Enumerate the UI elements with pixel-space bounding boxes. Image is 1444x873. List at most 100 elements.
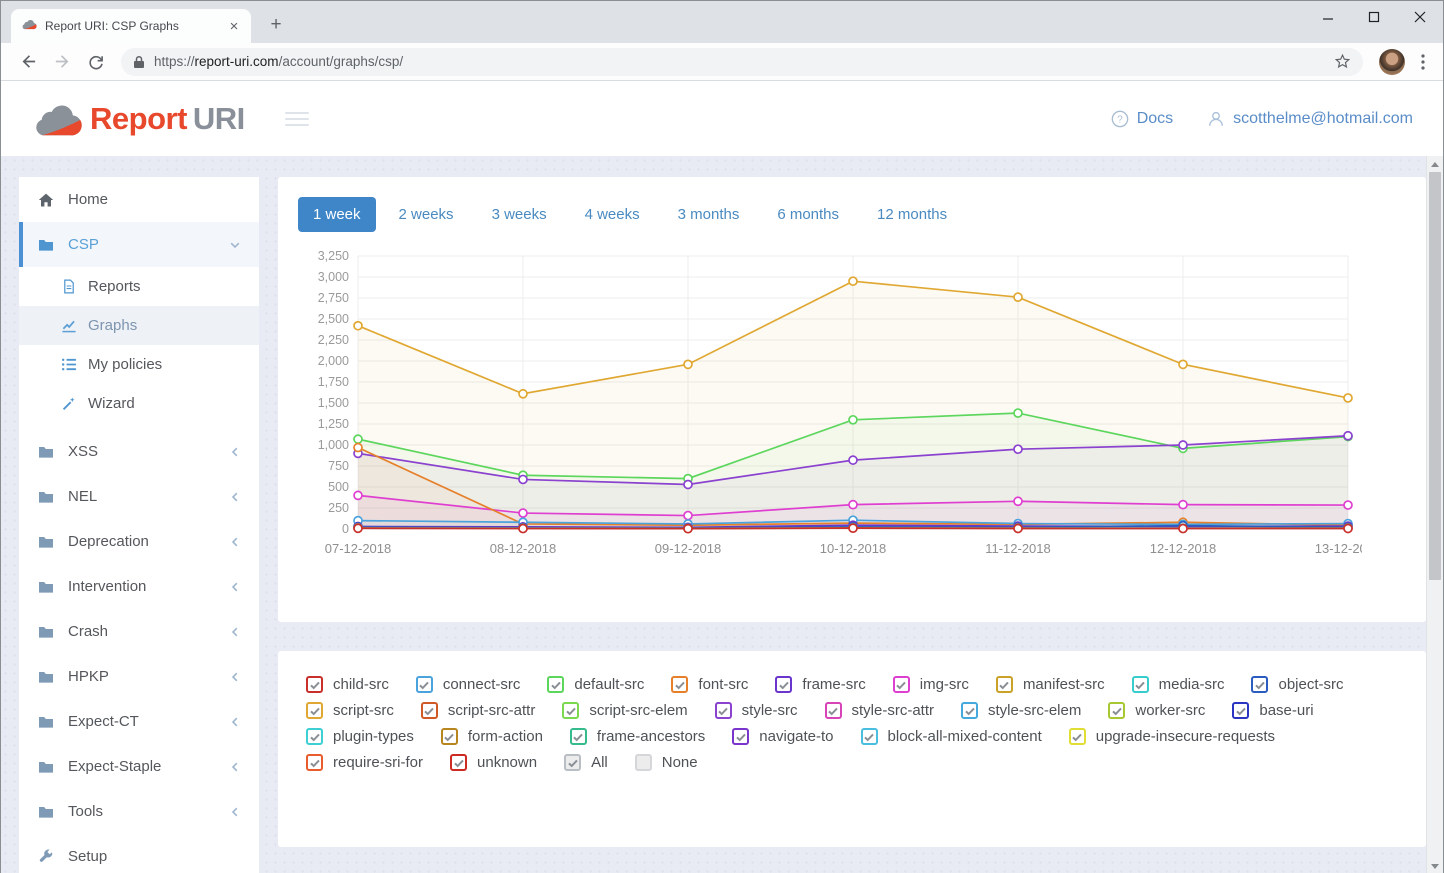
data-point[interactable]: [1344, 524, 1352, 532]
checkbox-style-src-attr[interactable]: style-src-attr: [825, 702, 935, 719]
data-point[interactable]: [1179, 501, 1187, 509]
forward-icon[interactable]: [50, 50, 74, 74]
tab-close-icon[interactable]: ×: [225, 18, 243, 35]
data-point[interactable]: [849, 456, 857, 464]
checkbox-form-action[interactable]: form-action: [441, 728, 543, 745]
sidebar-item-setup[interactable]: Setup: [19, 834, 259, 873]
sidebar-item-reports[interactable]: Reports: [19, 267, 259, 306]
data-point[interactable]: [1344, 501, 1352, 509]
checkbox-none[interactable]: None: [635, 754, 698, 771]
window-minimize-button[interactable]: [1305, 1, 1351, 33]
sidebar-item-hpkp[interactable]: HPKP: [19, 654, 259, 699]
data-point[interactable]: [849, 277, 857, 285]
checkbox-manifest-src[interactable]: manifest-src: [996, 676, 1105, 693]
checkbox-box-all[interactable]: [564, 754, 581, 771]
data-point[interactable]: [684, 360, 692, 368]
report-uri-logo[interactable]: ReportURI: [31, 101, 245, 137]
range-tab-3-months[interactable]: 3 months: [663, 197, 755, 232]
checkbox-box-object-src[interactable]: [1251, 676, 1268, 693]
data-point[interactable]: [1014, 524, 1022, 532]
scrollbar-thumb[interactable]: [1429, 172, 1441, 580]
data-point[interactable]: [354, 524, 362, 532]
checkbox-box-upgrade-insecure-requests[interactable]: [1069, 728, 1086, 745]
new-tab-button[interactable]: +: [263, 12, 289, 38]
sidebar-item-nel[interactable]: NEL: [19, 474, 259, 519]
data-point[interactable]: [849, 501, 857, 509]
range-tab-6-months[interactable]: 6 months: [762, 197, 854, 232]
sidebar-item-xss[interactable]: XSS: [19, 429, 259, 474]
data-point[interactable]: [1014, 409, 1022, 417]
checkbox-box-require-sri-for[interactable]: [306, 754, 323, 771]
checkbox-box-worker-src[interactable]: [1108, 702, 1125, 719]
range-tab-1-week[interactable]: 1 week: [298, 197, 376, 232]
window-close-button[interactable]: [1397, 1, 1443, 33]
data-point[interactable]: [519, 525, 527, 533]
sidebar-item-home[interactable]: Home: [19, 177, 259, 222]
range-tab-2-weeks[interactable]: 2 weeks: [384, 197, 469, 232]
data-point[interactable]: [849, 416, 857, 424]
browser-tab[interactable]: Report URI: CSP Graphs ×: [11, 9, 251, 43]
checkbox-connect-src[interactable]: connect-src: [416, 676, 521, 693]
checkbox-box-script-src-elem[interactable]: [562, 702, 579, 719]
range-tab-4-weeks[interactable]: 4 weeks: [570, 197, 655, 232]
data-point[interactable]: [684, 480, 692, 488]
address-bar[interactable]: https://report-uri.com/account/graphs/cs…: [121, 48, 1363, 76]
scroll-up-arrow-icon[interactable]: [1427, 156, 1443, 172]
checkbox-box-connect-src[interactable]: [416, 676, 433, 693]
checkbox-box-script-src-attr[interactable]: [421, 702, 438, 719]
data-point[interactable]: [354, 444, 362, 452]
checkbox-all[interactable]: All: [564, 754, 608, 771]
data-point[interactable]: [684, 512, 692, 520]
data-point[interactable]: [354, 435, 362, 443]
checkbox-box-none[interactable]: [635, 754, 652, 771]
sidebar-item-my-policies[interactable]: My policies: [19, 345, 259, 384]
checkbox-plugin-types[interactable]: plugin-types: [306, 728, 414, 745]
checkbox-box-navigate-to[interactable]: [732, 728, 749, 745]
page-scrollbar[interactable]: [1426, 156, 1443, 873]
checkbox-box-plugin-types[interactable]: [306, 728, 323, 745]
data-point[interactable]: [519, 475, 527, 483]
checkbox-frame-ancestors[interactable]: frame-ancestors: [570, 728, 705, 745]
back-icon[interactable]: [16, 50, 40, 74]
checkbox-worker-src[interactable]: worker-src: [1108, 702, 1205, 719]
checkbox-box-form-action[interactable]: [441, 728, 458, 745]
data-point[interactable]: [519, 390, 527, 398]
data-point[interactable]: [1344, 432, 1352, 440]
checkbox-box-default-src[interactable]: [547, 676, 564, 693]
checkbox-script-src-elem[interactable]: script-src-elem: [562, 702, 687, 719]
bookmark-star-icon[interactable]: [1334, 53, 1351, 70]
checkbox-object-src[interactable]: object-src: [1251, 676, 1343, 693]
checkbox-unknown[interactable]: unknown: [450, 754, 537, 771]
data-point[interactable]: [1179, 441, 1187, 449]
checkbox-frame-src[interactable]: frame-src: [775, 676, 865, 693]
checkbox-box-font-src[interactable]: [671, 676, 688, 693]
checkbox-block-all-mixed-content[interactable]: block-all-mixed-content: [861, 728, 1042, 745]
checkbox-box-base-uri[interactable]: [1232, 702, 1249, 719]
sidebar-item-graphs[interactable]: Graphs: [19, 306, 259, 345]
sidebar-item-expect-ct[interactable]: Expect-CT: [19, 699, 259, 744]
refresh-icon[interactable]: [84, 50, 108, 74]
profile-avatar[interactable]: [1379, 49, 1405, 75]
checkbox-box-frame-src[interactable]: [775, 676, 792, 693]
checkbox-box-style-src[interactable]: [715, 702, 732, 719]
range-tab-3-weeks[interactable]: 3 weeks: [477, 197, 562, 232]
browser-menu-icon[interactable]: [1413, 54, 1433, 70]
data-point[interactable]: [354, 491, 362, 499]
sidebar-item-crash[interactable]: Crash: [19, 609, 259, 654]
checkbox-upgrade-insecure-requests[interactable]: upgrade-insecure-requests: [1069, 728, 1275, 745]
sidebar-item-tools[interactable]: Tools: [19, 789, 259, 834]
window-maximize-button[interactable]: [1351, 1, 1397, 33]
account-menu[interactable]: scotthelme@hotmail.com: [1207, 110, 1413, 128]
checkbox-box-block-all-mixed-content[interactable]: [861, 728, 878, 745]
checkbox-box-style-src-attr[interactable]: [825, 702, 842, 719]
data-point[interactable]: [849, 524, 857, 532]
docs-link[interactable]: ? Docs: [1111, 110, 1173, 128]
checkbox-box-media-src[interactable]: [1132, 676, 1149, 693]
checkbox-box-child-src[interactable]: [306, 676, 323, 693]
data-point[interactable]: [1014, 293, 1022, 301]
checkbox-base-uri[interactable]: base-uri: [1232, 702, 1313, 719]
checkbox-box-img-src[interactable]: [893, 676, 910, 693]
data-point[interactable]: [1179, 360, 1187, 368]
data-point[interactable]: [1014, 445, 1022, 453]
data-point[interactable]: [519, 509, 527, 517]
